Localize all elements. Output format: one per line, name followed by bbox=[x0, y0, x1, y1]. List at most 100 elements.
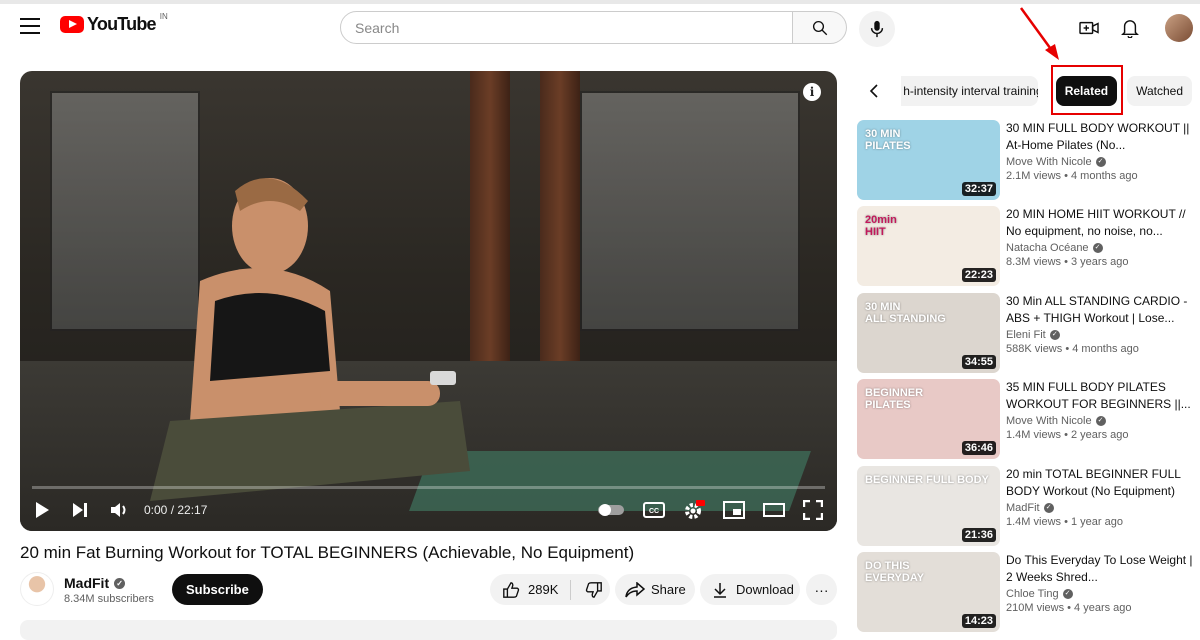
view-count: 1.4M views bbox=[1006, 429, 1062, 442]
theater-mode-icon bbox=[763, 503, 785, 517]
download-button[interactable]: Download bbox=[700, 574, 800, 605]
recommendation-item[interactable]: 30 MIN ALL STANDING 34:55 30 Min ALL STA… bbox=[857, 292, 1200, 379]
recommendation-channel[interactable]: Eleni Fit ✓ bbox=[1006, 329, 1194, 341]
search-input[interactable]: Search bbox=[340, 11, 793, 44]
recommendation-item[interactable]: 20min HIIT 22:23 20 MIN HOME HIIT WORKOU… bbox=[857, 206, 1200, 292]
logo-country-code: IN bbox=[159, 12, 168, 21]
annotation-arrow-icon bbox=[1019, 7, 1059, 60]
recommendation-title[interactable]: 30 Min ALL STANDING CARDIO - ABS + THIGH… bbox=[1006, 293, 1194, 327]
video-thumbnail[interactable]: BEGINNER PILATES 36:46 bbox=[857, 379, 1000, 460]
next-button[interactable] bbox=[72, 498, 88, 522]
verified-icon: ✓ bbox=[1095, 157, 1106, 167]
player-controls: 0:00 / 22:17 CC bbox=[20, 489, 837, 531]
menu-icon[interactable] bbox=[20, 18, 40, 34]
volume-button[interactable] bbox=[110, 498, 130, 522]
view-count: 210M views bbox=[1006, 601, 1065, 614]
recommendation-title[interactable]: 20 MIN HOME HIIT WORKOUT // No equipment… bbox=[1006, 206, 1194, 240]
description-box[interactable] bbox=[20, 620, 837, 640]
download-label: Download bbox=[736, 582, 794, 597]
view-count: 2.1M views bbox=[1006, 170, 1062, 182]
dislike-button[interactable] bbox=[571, 581, 617, 599]
like-button[interactable]: 289K bbox=[490, 579, 572, 600]
recommendation-item[interactable]: BEGINNER PILATES 36:46 35 MIN FULL BODY … bbox=[857, 379, 1200, 465]
channel-name-link[interactable]: MadFit ✓ bbox=[64, 575, 126, 591]
recommendation-channel[interactable]: Chloe Ting ✓ bbox=[1006, 588, 1194, 600]
notifications-button[interactable] bbox=[1118, 16, 1142, 40]
video-thumbnail[interactable]: 20min HIIT 22:23 bbox=[857, 206, 1000, 287]
play-button[interactable] bbox=[34, 498, 50, 522]
recommendation-title[interactable]: 20 min TOTAL BEGINNER FULL BODY Workout … bbox=[1006, 466, 1194, 500]
chip-interval-training[interactable]: h-intensity interval training bbox=[901, 76, 1038, 106]
captions-icon: CC bbox=[643, 502, 665, 518]
svg-text:CC: CC bbox=[649, 508, 659, 515]
channel-avatar[interactable] bbox=[20, 572, 54, 606]
recommendation-meta: 20 MIN HOME HIIT WORKOUT // No equipment… bbox=[1006, 206, 1194, 292]
view-count: 1.4M views bbox=[1006, 515, 1062, 528]
recommendation-meta: 20 min TOTAL BEGINNER FULL BODY Workout … bbox=[1006, 466, 1194, 552]
thumbnail-text: 20min HIIT bbox=[865, 214, 897, 239]
thumbnail-text: 30 MIN PILATES bbox=[865, 128, 911, 152]
video-duration: 36:46 bbox=[961, 441, 996, 456]
settings-button[interactable] bbox=[683, 498, 705, 522]
recommendation-item[interactable]: 30 MIN PILATES 32:37 30 MIN FULL BODY WO… bbox=[857, 120, 1200, 206]
theater-mode-button[interactable] bbox=[763, 498, 785, 522]
recommendation-channel[interactable]: MadFit ✓ bbox=[1006, 502, 1194, 514]
thumbnail-text: BEGINNER PILATES bbox=[865, 387, 924, 412]
autoplay-toggle[interactable] bbox=[597, 498, 625, 522]
share-button[interactable]: Share bbox=[615, 574, 695, 605]
create-video-icon bbox=[1079, 21, 1099, 35]
video-thumbnail[interactable]: DO THIS EVERYDAY 14:23 bbox=[857, 551, 1000, 632]
upload-age: 3 years ago bbox=[1071, 256, 1129, 269]
recommendation-stats: 588K views • 4 months ago bbox=[1006, 342, 1139, 355]
video-thumbnail[interactable]: BEGINNER FULL BODY 21:36 bbox=[857, 465, 1000, 546]
youtube-logo[interactable]: YouTube IN bbox=[60, 12, 168, 35]
search-icon bbox=[812, 20, 827, 35]
info-icon[interactable]: i bbox=[803, 83, 821, 101]
filter-chips: h-intensity interval training Related Wa… bbox=[860, 75, 1200, 107]
recommendation-channel[interactable]: Move With Nicole ✓ bbox=[1006, 156, 1194, 168]
recommendation-title[interactable]: 30 MIN FULL BODY WORKOUT || At-Home Pila… bbox=[1006, 120, 1194, 154]
recommendation-item[interactable]: BEGINNER FULL BODY 21:36 20 min TOTAL BE… bbox=[857, 465, 1200, 552]
chevron-left-icon bbox=[869, 84, 878, 98]
video-player[interactable]: i 0:00 / 22:17 CC bbox=[20, 71, 837, 531]
recommendation-title[interactable]: Do This Everyday To Lose Weight | 2 Week… bbox=[1006, 552, 1194, 586]
chip-watched[interactable]: Watched bbox=[1127, 76, 1192, 106]
recommendations-list: 30 MIN PILATES 32:37 30 MIN FULL BODY WO… bbox=[857, 120, 1200, 638]
thumbnail-text: BEGINNER FULL BODY bbox=[865, 473, 989, 486]
channel-name: MadFit bbox=[1006, 501, 1040, 514]
miniplayer-icon bbox=[723, 501, 745, 519]
recommendation-stats: 2.1M views • 4 months ago bbox=[1006, 170, 1138, 182]
voice-search-button[interactable] bbox=[859, 11, 895, 47]
channel-name: Move With Nicole bbox=[1006, 415, 1092, 428]
create-video-button[interactable] bbox=[1077, 16, 1101, 40]
more-actions-button[interactable]: ··· bbox=[806, 574, 837, 605]
recommendation-channel[interactable]: Move With Nicole ✓ bbox=[1006, 415, 1194, 427]
video-frame-person bbox=[150, 178, 470, 501]
subscribe-button[interactable]: Subscribe bbox=[172, 574, 263, 605]
recommendation-meta: Do This Everyday To Lose Weight | 2 Week… bbox=[1006, 552, 1194, 638]
miniplayer-button[interactable] bbox=[723, 498, 745, 522]
like-count: 289K bbox=[528, 582, 559, 597]
recommendation-title[interactable]: 35 MIN FULL BODY PILATES WORKOUT FOR BEG… bbox=[1006, 379, 1194, 413]
recommendation-channel[interactable]: Natacha Océane ✓ bbox=[1006, 242, 1194, 254]
recommendation-stats: 1.4M views • 2 years ago bbox=[1006, 429, 1129, 442]
share-icon bbox=[625, 581, 645, 597]
fullscreen-button[interactable] bbox=[803, 498, 823, 522]
chips-back-button[interactable] bbox=[860, 83, 887, 99]
search-button[interactable] bbox=[793, 11, 847, 44]
account-avatar[interactable] bbox=[1165, 14, 1193, 42]
play-icon bbox=[36, 502, 49, 518]
recommendation-stats: 1.4M views • 1 year ago bbox=[1006, 515, 1123, 528]
recommendation-item[interactable]: DO THIS EVERYDAY 14:23 Do This Everyday … bbox=[857, 551, 1200, 638]
search-bar: Search bbox=[340, 11, 847, 44]
view-count: 588K views bbox=[1006, 342, 1063, 355]
recommendation-stats: 8.3M views • 3 years ago bbox=[1006, 256, 1129, 269]
share-label: Share bbox=[651, 582, 686, 597]
time-display: 0:00 / 22:17 bbox=[144, 503, 208, 517]
view-count: 8.3M views bbox=[1006, 256, 1062, 269]
video-thumbnail[interactable]: 30 MIN ALL STANDING 34:55 bbox=[857, 292, 1000, 373]
captions-button[interactable]: CC bbox=[643, 498, 665, 522]
annotation-highlight-box bbox=[1051, 65, 1123, 115]
video-thumbnail[interactable]: 30 MIN PILATES 32:37 bbox=[857, 120, 1000, 200]
channel-name: Chloe Ting bbox=[1006, 587, 1059, 600]
